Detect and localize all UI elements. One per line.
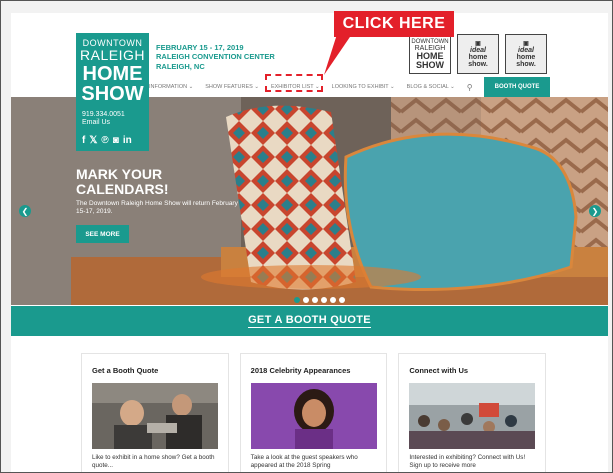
- feature-cards: Get a Booth Quote Like to exhibit in a h…: [81, 353, 547, 472]
- twitter-icon[interactable]: 𝕏: [89, 135, 97, 146]
- hero-title: MARK YOUR CALENDARS!: [76, 167, 169, 196]
- card-booth-quote[interactable]: Get a Booth Quote Like to exhibit in a h…: [81, 353, 229, 472]
- callout-pointer-icon: [324, 31, 354, 75]
- nav-show-features[interactable]: SHOW FEATURES ⌄: [199, 84, 265, 90]
- hero-title-line-2: CALENDARS!: [76, 180, 169, 197]
- slider-dot[interactable]: [294, 297, 300, 303]
- browser-frame: DOWNTOWN RALEIGH HOME SHOW 919.334.0051 …: [0, 0, 613, 473]
- card-title[interactable]: 2018 Celebrity Appearances: [251, 366, 351, 375]
- event-dates: FEBRUARY 15 - 17, 2019: [156, 43, 244, 52]
- booth-quote-banner-label[interactable]: GET A BOOTH QUOTE: [248, 314, 371, 328]
- slider-dots: [294, 297, 345, 303]
- card-celebrity[interactable]: 2018 Celebrity Appearances Take a look a…: [239, 353, 388, 472]
- logo-line-show: SHOW: [81, 83, 144, 105]
- partner-logo-raleigh[interactable]: DOWNTOWN RALEIGH HOME SHOW: [409, 34, 451, 74]
- event-info: FEBRUARY 15 - 17, 2019 RALEIGH CONVENTIO…: [156, 43, 275, 71]
- exhibitor-list-highlight: [265, 74, 323, 92]
- contact-info: 919.334.0051 Email Us: [82, 111, 125, 128]
- social-links: f 𝕏 ℗ ◙ in: [82, 135, 132, 146]
- partner-logos: DOWNTOWN RALEIGH HOME SHOW ▣ ideal home …: [409, 34, 547, 74]
- logo-line-home: HOME: [82, 63, 143, 85]
- nav-looking-to-exhibit[interactable]: LOOKING TO EXHIBIT ⌄: [326, 84, 401, 90]
- nav-information[interactable]: INFORMATION ⌄: [143, 84, 199, 90]
- see-more-button[interactable]: SEE MORE: [76, 225, 129, 243]
- nav-blog-social[interactable]: BLOG & SOCIAL ⌄: [401, 84, 461, 90]
- card-text: Take a look at the guest speakers who ap…: [250, 454, 358, 469]
- slider-dot[interactable]: [303, 297, 309, 303]
- search-icon[interactable]: ⚲: [461, 83, 479, 92]
- logo-wordmark: DOWNTOWN RALEIGH HOME SHOW: [76, 39, 149, 105]
- pinterest-icon[interactable]: ℗: [101, 135, 108, 146]
- click-here-callout: CLICK HERE: [334, 11, 454, 37]
- slider-dot[interactable]: [330, 297, 336, 303]
- card-image-booth[interactable]: [92, 383, 218, 449]
- card-title[interactable]: Connect with Us: [409, 366, 468, 375]
- hero-title-line-1: MARK YOUR: [76, 166, 163, 182]
- slider-dot[interactable]: [339, 297, 345, 303]
- email-link[interactable]: Email Us: [82, 119, 125, 127]
- slider-dot[interactable]: [321, 297, 327, 303]
- event-city: RALEIGH, NC: [156, 61, 205, 71]
- facebook-icon[interactable]: f: [82, 135, 85, 146]
- slider-prev-arrow-icon[interactable]: ❮: [19, 205, 31, 217]
- booth-quote-button[interactable]: BOOTH QUOTE: [484, 77, 550, 97]
- card-image-celebrity[interactable]: [250, 383, 377, 449]
- card-image-crowd[interactable]: [409, 383, 536, 449]
- card-text: Interested in exhibiting? Connect with U…: [409, 454, 526, 469]
- booth-quote-banner[interactable]: GET A BOOTH QUOTE: [11, 306, 608, 336]
- partner-logo-ideal-2[interactable]: ▣ ideal home show.: [505, 34, 547, 74]
- logo-line-raleigh: RALEIGH: [80, 47, 145, 63]
- slider-dot[interactable]: [312, 297, 318, 303]
- hero-subtitle: The Downtown Raleigh Home Show will retu…: [76, 200, 238, 216]
- event-venue: RALEIGH CONVENTION CENTER: [156, 52, 275, 62]
- instagram-icon[interactable]: ◙: [113, 135, 119, 146]
- card-connect[interactable]: Connect with Us Interested in exhibiting…: [398, 353, 547, 472]
- phone-number[interactable]: 919.334.0051: [82, 111, 125, 119]
- linkedin-icon[interactable]: in: [123, 135, 132, 146]
- slider-next-arrow-icon[interactable]: ❯: [589, 205, 601, 217]
- card-text: Like to exhibit in a home show? Get a bo…: [92, 454, 215, 469]
- site-logo[interactable]: DOWNTOWN RALEIGH HOME SHOW 919.334.0051 …: [76, 33, 149, 151]
- card-title[interactable]: Get a Booth Quote: [92, 366, 158, 375]
- partner-logo-ideal-1[interactable]: ▣ ideal home show.: [457, 34, 499, 74]
